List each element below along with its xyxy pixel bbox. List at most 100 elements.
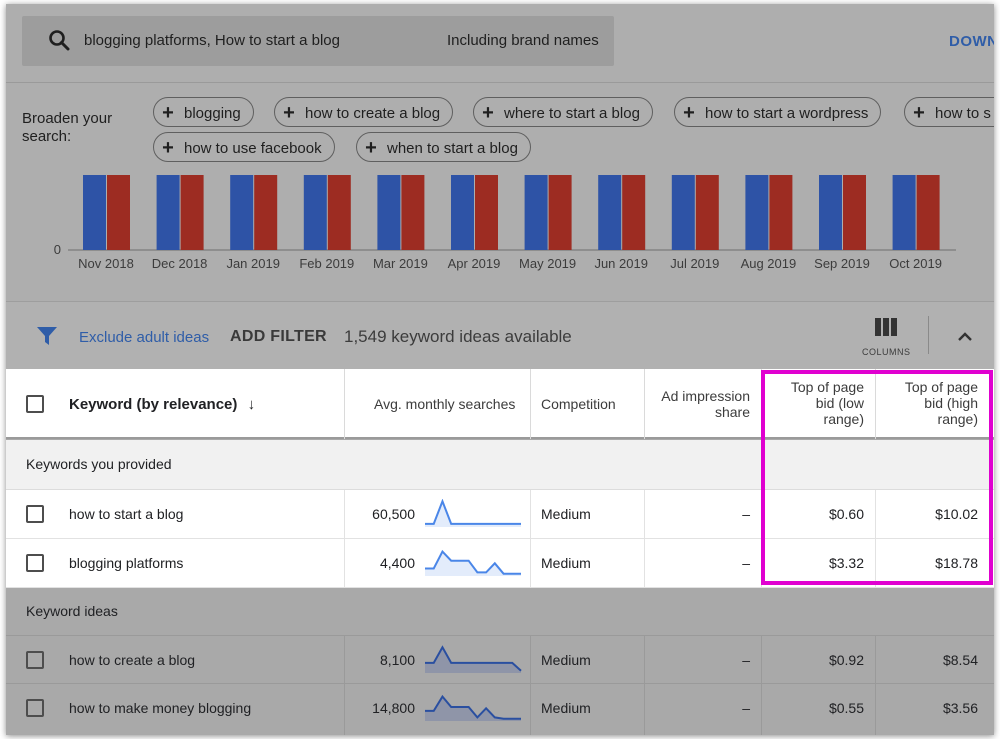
bar-series-b [622,175,646,250]
keyword-planner-window: blogging platforms, How to start a blog … [6,4,994,735]
competition-cell: Medium [541,652,591,668]
row-checkbox[interactable] [26,651,44,669]
columns-icon[interactable] [875,318,897,341]
bar-series-b [916,175,940,250]
bar-series-a [745,175,769,250]
broaden-chip[interactable]: + when to start a blog [356,132,531,162]
impression-cell: – [742,652,750,668]
bid-high-cell: $8.54 [942,652,978,668]
row-checkbox[interactable] [26,505,44,523]
searches-column-header[interactable]: Avg. monthly searches [374,396,515,412]
row-checkbox[interactable] [26,699,44,717]
impression-cell: – [742,506,750,522]
x-tick-label: Jun 2019 [594,256,648,271]
search-volume-chart: 0 Nov 2018 Dec 2018 Jan 2019 Feb 2019 Mar 201… [6,175,994,301]
impression-share-column-header[interactable]: Ad impression share [646,388,750,420]
keyword-cell: how to create a blog [69,652,196,668]
keyword-column-header[interactable]: Keyword (by relevance) ↓ [69,396,255,413]
bid-high-cell: $3.56 [942,700,978,716]
plus-icon: + [913,102,925,124]
brand-names-option[interactable]: Including brand names [447,32,599,49]
competition-cell: Medium [541,555,591,571]
filter-icon[interactable] [36,326,58,351]
download-button[interactable]: DOWN [949,33,994,50]
x-tick-label: Jan 2019 [226,256,280,271]
broaden-label: Broaden your search: [22,110,113,145]
bid-high-cell: $18.78 [935,555,978,571]
exclude-adult-ideas[interactable]: Exclude adult ideas [79,329,209,346]
table-header: Keyword (by relevance) ↓ Avg. monthly se… [6,369,994,439]
competition-cell: Medium [541,506,591,522]
bar-series-b [180,175,204,250]
bid-low-cell: $0.60 [828,506,864,522]
competition-cell: Medium [541,700,591,716]
bid-high-cell: $10.02 [935,506,978,522]
group-title: Keyword ideas [26,603,118,619]
bar-series-a [377,175,401,250]
bid-low-cell: $3.32 [828,555,864,571]
impression-cell: – [742,555,750,571]
top-bar: blogging platforms, How to start a blog … [6,4,994,82]
sparkline-area [425,551,521,576]
table-row[interactable]: how to create a blog 8,100 Medium – $0.9… [6,636,994,684]
bar-series-b [107,175,130,250]
bar-series-a [598,175,622,250]
filter-bar: Exclude adult ideas ADD FILTER 1,549 key… [6,301,994,369]
bid-low-cell: $0.55 [828,700,864,716]
x-tick-label: Dec 2018 [152,256,208,271]
x-tick-label: Nov 2018 [78,256,134,271]
add-filter-button[interactable]: ADD FILTER [230,328,327,346]
group-header: Keywords you provided [6,440,994,490]
searches-cell: 4,400 [379,555,415,571]
x-tick-label: Oct 2019 [889,256,942,271]
broaden-chip[interactable]: + how to s [904,97,994,127]
competition-column-header[interactable]: Competition [541,396,616,412]
x-tick-label: Aug 2019 [741,256,797,271]
x-tick-label: Jul 2019 [670,256,719,271]
bar-series-a [303,175,327,250]
bar-series-a [451,175,474,250]
keyword-cell: how to make money blogging [69,700,252,716]
broaden-chip[interactable]: + blogging [153,97,254,127]
bar-series-b [475,175,498,250]
bar-series-b [548,175,572,250]
x-tick-label: Feb 2019 [299,256,354,271]
trend-sparkline [425,694,521,721]
select-all-checkbox[interactable] [26,395,44,413]
x-tick-label: Sep 2019 [814,256,870,271]
bid-low-cell: $0.92 [828,652,864,668]
bid-high-column-header[interactable]: Top of page bid (high range) [880,379,978,427]
search-query[interactable]: blogging platforms, How to start a blog [84,32,340,49]
searches-cell: 8,100 [379,652,415,668]
bid-low-column-header[interactable]: Top of page bid (low range) [766,379,864,427]
bar-series-a [524,175,548,250]
broaden-chip[interactable]: + how to use facebook [153,132,335,162]
columns-label[interactable]: COLUMNS [862,347,911,357]
search-box[interactable]: blogging platforms, How to start a blog … [22,16,614,66]
table-row[interactable]: how to make money blogging 14,800 Medium… [6,684,994,735]
bar-series-b [254,175,278,250]
bar-series-a [83,175,106,250]
table-row[interactable]: blogging platforms 4,400 Medium – $3.32 … [6,539,994,588]
search-icon [48,29,70,56]
bar-series-b [843,175,866,250]
bar-series-b [327,175,351,250]
plus-icon: + [283,102,295,124]
plus-icon: + [482,102,494,124]
group-title: Keywords you provided [26,456,172,472]
y-tick-label: 0 [54,242,61,257]
broaden-chip[interactable]: + how to create a blog [274,97,454,127]
divider [928,316,929,354]
broaden-chip[interactable]: + how to start a wordpress [674,97,882,127]
row-checkbox[interactable] [26,554,44,572]
impression-cell: – [742,700,750,716]
table-row[interactable]: how to start a blog 60,500 Medium – $0.6… [6,490,994,539]
keyword-cell: blogging platforms [69,555,184,571]
broaden-chip[interactable]: + where to start a blog [473,97,653,127]
bar-series-a [671,175,695,250]
broaden-search: Broaden your search: + blogging + how to c… [6,83,994,175]
keyword-cell: how to start a blog [69,506,184,522]
searches-cell: 14,800 [372,700,415,716]
collapse-chevron-icon[interactable] [957,328,973,346]
bar-series-b [401,175,425,250]
